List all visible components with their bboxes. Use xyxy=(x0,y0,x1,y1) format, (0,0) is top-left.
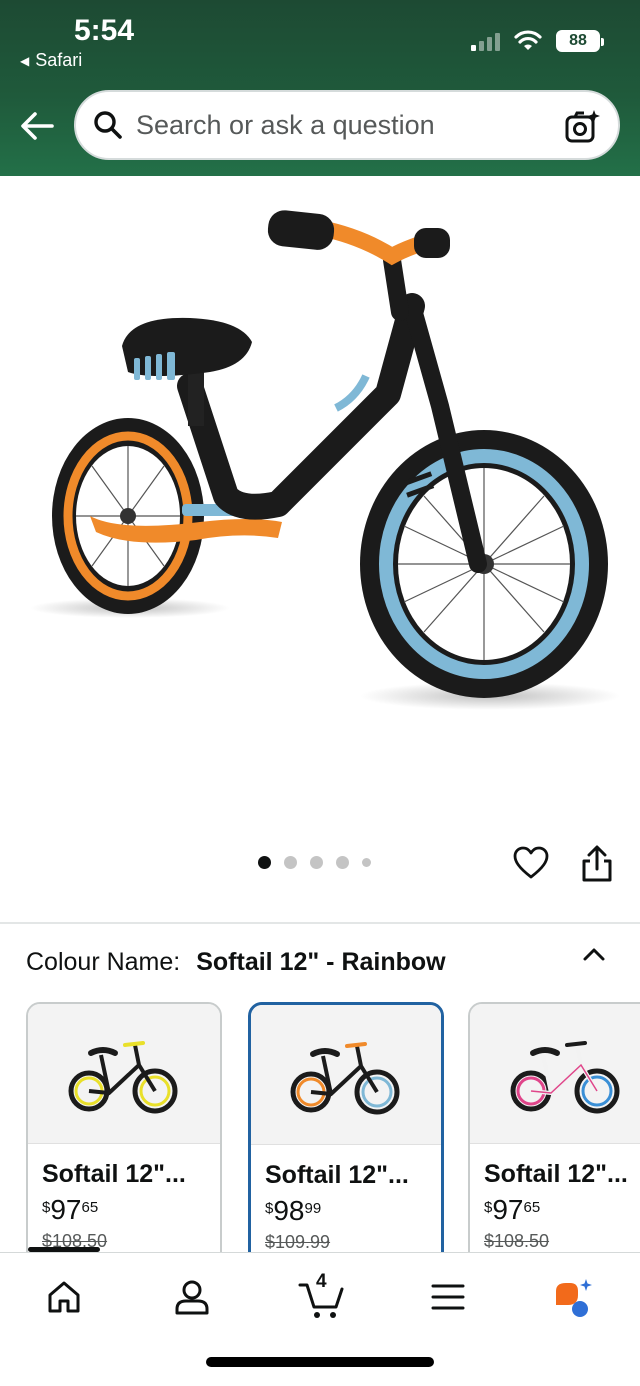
heart-icon[interactable] xyxy=(512,844,550,882)
image-dot[interactable] xyxy=(310,856,323,869)
variant-card[interactable]: Softail 12"... $ 97 65 $108.50 xyxy=(468,1002,640,1252)
variant-old-price: $109.99 xyxy=(265,1232,331,1252)
battery-icon: 88 xyxy=(556,30,604,52)
variant-card[interactable]: Softail 12"... $ 97 65 $108.50 xyxy=(26,1002,222,1252)
bottom-tab-bar: 4 xyxy=(0,1247,640,1386)
variant-old-price: $108.50 xyxy=(484,1231,550,1251)
image-dot[interactable] xyxy=(258,856,271,869)
wifi-icon xyxy=(514,30,542,50)
colour-selector-header[interactable]: Colour Name: Softail 12" - Rainbow xyxy=(26,948,446,977)
bike-thumbnail xyxy=(290,1041,400,1114)
variant-price: $ 98 99 xyxy=(265,1195,322,1226)
image-dot[interactable] xyxy=(336,856,349,869)
back-arrow-icon[interactable] xyxy=(18,108,58,144)
status-time: 5:54 xyxy=(74,14,135,47)
menu-icon[interactable] xyxy=(428,1277,468,1317)
home-indicator xyxy=(206,1357,434,1367)
chevron-up-icon[interactable] xyxy=(582,944,606,964)
active-tab-indicator xyxy=(28,1247,100,1252)
variant-price: $ 97 65 xyxy=(42,1194,99,1225)
home-icon[interactable] xyxy=(44,1277,84,1317)
search-icon xyxy=(94,111,122,139)
variant-name: Softail 12"... xyxy=(265,1161,409,1189)
colour-label: Colour Name: xyxy=(26,948,181,976)
account-icon[interactable] xyxy=(172,1277,212,1317)
bike-thumbnail xyxy=(510,1040,620,1113)
variant-image xyxy=(470,1004,640,1144)
rufus-icon[interactable] xyxy=(552,1277,592,1317)
variant-name: Softail 12"... xyxy=(484,1160,628,1188)
section-divider xyxy=(0,922,640,924)
cellular-signal-icon xyxy=(471,31,500,51)
battery-level: 88 xyxy=(569,32,587,49)
search-bar[interactable]: Search or ask a question xyxy=(74,90,620,160)
variant-price: $ 97 65 xyxy=(484,1194,541,1225)
status-indicators: 88 xyxy=(471,30,604,52)
variant-card-selected[interactable]: Softail 12"... $ 98 99 $109.99 xyxy=(248,1002,444,1252)
search-placeholder: Search or ask a question xyxy=(136,109,435,140)
colour-value: Softail 12" - Rainbow xyxy=(196,948,446,976)
variant-carousel[interactable]: Softail 12"... $ 97 65 $108.50 Softail 1… xyxy=(0,1002,640,1252)
variant-image xyxy=(28,1004,220,1144)
product-image[interactable] xyxy=(0,176,640,826)
back-to-safari[interactable]: ◀ Safari xyxy=(20,50,82,71)
bike-thumbnail xyxy=(68,1040,178,1113)
image-dot[interactable] xyxy=(362,858,371,867)
share-icon[interactable] xyxy=(580,845,614,883)
image-dot[interactable] xyxy=(284,856,297,869)
back-app-label: Safari xyxy=(35,50,83,70)
back-triangle-icon: ◀ xyxy=(20,53,30,68)
app-header: 5:54 ◀ Safari 88 Search or ask a questio… xyxy=(0,0,640,176)
variant-name: Softail 12"... xyxy=(42,1160,186,1188)
camera-search-icon[interactable] xyxy=(564,109,600,145)
variant-image xyxy=(251,1005,441,1145)
image-pagination[interactable] xyxy=(258,856,371,869)
cart-count-badge: 4 xyxy=(316,1271,327,1292)
